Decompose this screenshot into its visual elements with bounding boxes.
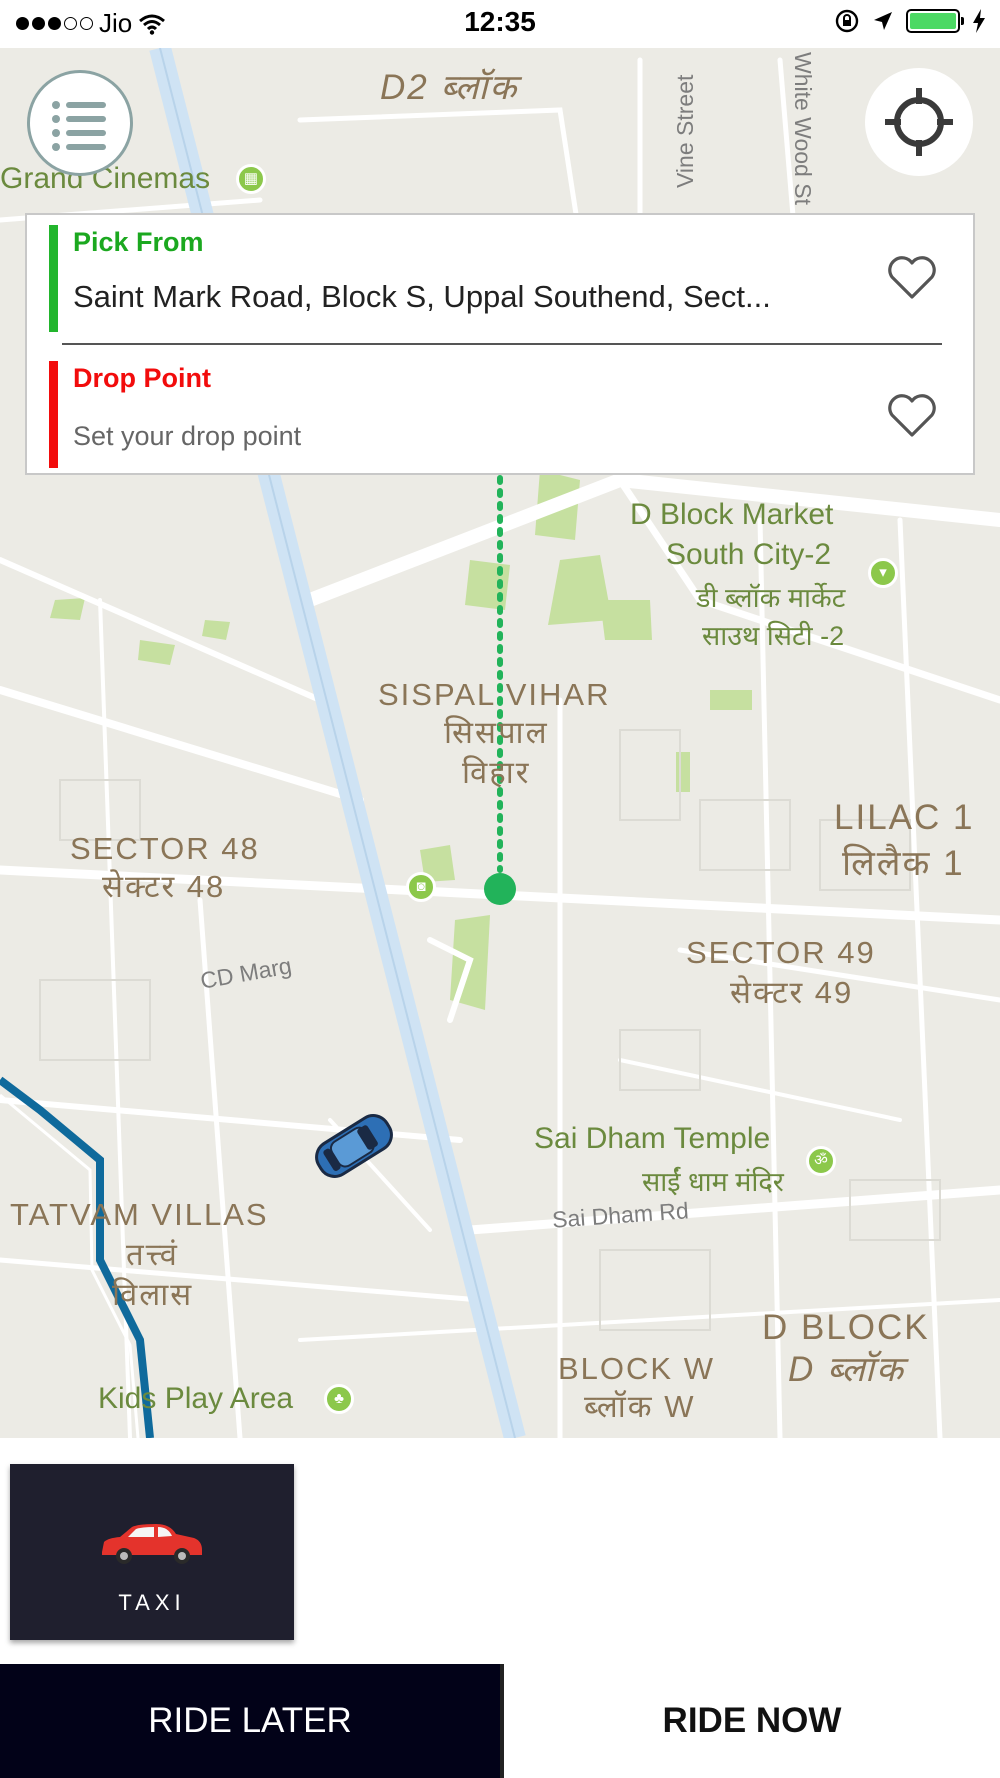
location-card: Pick From Saint Mark Road, Block S, Uppa… [25,213,975,475]
map-label-south-city-2: South City-2 [666,538,832,571]
status-bar: Jio 12:35 [0,0,1000,48]
charging-icon [973,9,985,33]
vehicle-selector: TAXI [0,1438,1000,1664]
map-label-sector-48: SECTOR 48 [70,831,260,866]
map-label-d-block: D BLOCK [762,1308,930,1347]
map-label-sispal-vihar-hi-1: सिसपाल [444,715,549,750]
orientation-lock-icon [835,9,859,33]
menu-button[interactable] [27,70,133,176]
map-label-block-w: BLOCK W [558,1351,715,1386]
map-label-sector-49: SECTOR 49 [686,935,876,970]
map-label-sispal-vihar-hi-2: विहार [462,755,531,790]
taxi-car-icon [102,1524,202,1564]
park-tree-icon: ♣ [324,1384,354,1414]
shopping-cart-icon: ▾ [868,558,898,588]
current-location-button[interactable] [865,68,973,176]
vehicle-option-taxi[interactable]: TAXI [10,1464,294,1640]
cinema-icon: ▦ [236,164,266,194]
map-label-lilac-1: LILAC 1 [834,798,975,837]
shopping-bag-icon: ◙ [406,872,436,902]
map-label-block-w-hi: ब्लॉक W [584,1389,696,1424]
map-label-sispal-vihar: SISPAL VIHAR [378,677,611,712]
map-label-d-block-market: D Block Market [630,498,834,531]
favorite-drop-heart-icon[interactable] [886,393,938,439]
map-label-sai-dham-temple: Sai Dham Temple [534,1122,771,1155]
status-right [834,8,986,34]
card-divider [62,343,942,345]
map-label-lilac-1-hi: लिलैक 1 [842,844,965,883]
map-label-tatvam-villas-hi-1: तत्त्वं [126,1237,179,1272]
map-label-white-wood-st: White Wood St [790,52,816,205]
battery-icon [906,9,964,33]
map-label-sector-49-hi: सेक्टर 49 [730,975,854,1010]
drop-point-input[interactable]: Set your drop point [73,421,301,452]
ride-now-button[interactable]: RIDE NOW [500,1664,1000,1778]
map-label-south-city-2-hi: साउथ सिटी -2 [702,621,845,651]
map-label-kids-play-area: Kids Play Area [98,1382,294,1415]
map-label-d-block-hi: D ब्लॉक [788,1350,905,1389]
favorite-pickup-heart-icon[interactable] [886,255,938,301]
map-label-tatvam-villas: TATVAM VILLAS [10,1197,269,1232]
temple-om-icon: ॐ [806,1146,836,1176]
map-label-vine-street: Vine Street [672,74,698,188]
pickup-label: Pick From [73,227,204,257]
vehicle-option-label: TAXI [118,1590,186,1615]
map-label-d2-block: D2 ब्लॉक [380,68,519,107]
nearby-car-icon [315,1114,393,1178]
pickup-indicator-bar [49,225,58,332]
crosshair-icon [885,88,953,156]
map-label-tatvam-villas-hi-2: विलास [112,1277,194,1312]
drop-indicator-bar [49,361,58,468]
pickup-address-field[interactable]: Saint Mark Road, Block S, Uppal Southend… [73,279,873,315]
hamburger-list-icon [52,101,106,151]
location-arrow-icon [874,12,892,30]
ride-later-button[interactable]: RIDE LATER [0,1664,500,1778]
map-label-d-block-market-hi: डी ब्लॉक मार्केट [696,583,846,613]
drop-label: Drop Point [73,363,211,393]
map-label-sai-dham-temple-hi: साईं धाम मंदिर [642,1167,784,1197]
map-label-sector-48-hi: सेक्टर 48 [102,869,226,904]
